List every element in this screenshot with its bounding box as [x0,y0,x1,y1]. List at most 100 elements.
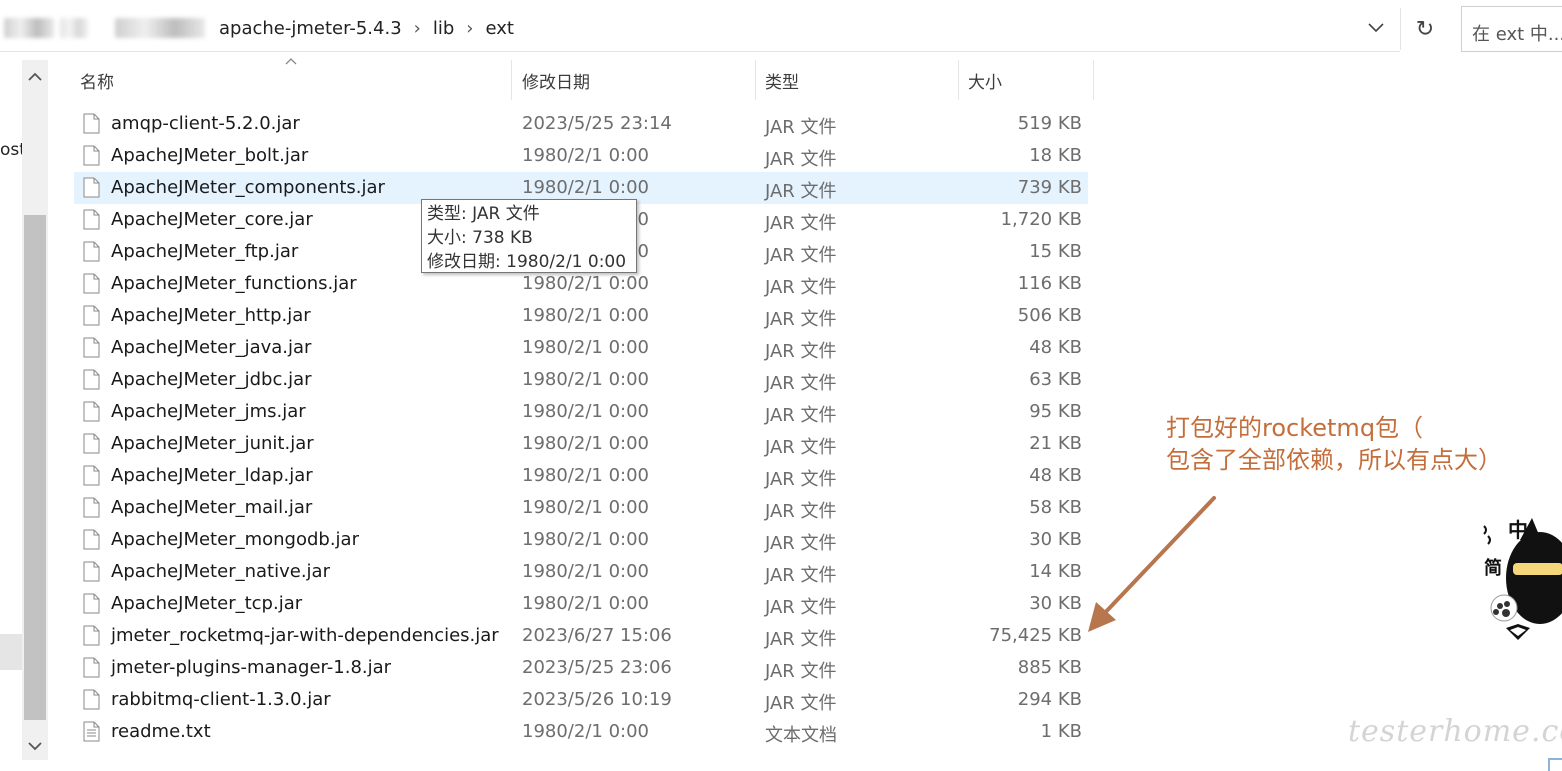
file-row[interactable]: ApacheJMeter_mail.jar 1980/2/1 0:00 JAR 文件… [74,492,1088,524]
file-icon [83,657,100,678]
file-size: 519 KB [1017,113,1082,134]
file-type: JAR 文件 [765,373,837,394]
annotation-note: 打包好的rocketmq包（ 包含了全部依赖，所以有点大） [1166,412,1502,476]
column-header-label: 类型 [765,72,799,93]
file-row[interactable]: ApacheJMeter_bolt.jar 1980/2/1 0:00 JAR 文件… [74,140,1088,172]
file-icon [83,369,100,390]
ime-sticker[interactable]: 中 简 [1476,512,1562,662]
nav-selected-item[interactable] [0,634,22,670]
search-input[interactable]: 在 ext 中... [1461,6,1562,52]
file-name: ApacheJMeter_ftp.jar [111,241,299,262]
file-icon [83,113,100,134]
file-row[interactable]: readme.txt 1980/2/1 0:00 文本文档 1 KB [74,716,1088,748]
annotation-line: 打包好的rocketmq包（ [1166,414,1424,442]
file-type: JAR 文件 [765,629,837,650]
file-row[interactable]: amqp-client-5.2.0.jar 2023/5/25 23:14 JAR … [74,108,1088,140]
column-header-size[interactable]: 大小 [962,60,1094,100]
file-icon [83,625,100,646]
file-size: 1,720 KB [1000,209,1082,230]
file-type: JAR 文件 [765,213,837,234]
file-date: 2023/5/25 23:06 [522,657,672,678]
file-size: 1 KB [1040,721,1082,742]
file-icon [83,209,100,230]
chevron-right-icon[interactable]: › [466,18,473,39]
file-type: JAR 文件 [765,405,837,426]
file-size: 116 KB [1017,273,1082,294]
file-row[interactable]: ApacheJMeter_native.jar 1980/2/1 0:00 JAR … [74,556,1088,588]
chevron-up-icon[interactable] [22,62,48,90]
file-icon [83,273,100,294]
file-type: JAR 文件 [765,597,837,618]
file-row[interactable]: ApacheJMeter_mongodb.jar 1980/2/1 0:00 JAR… [74,524,1088,556]
file-size: 885 KB [1017,657,1082,678]
file-size: 48 KB [1029,465,1082,486]
file-type: JAR 文件 [765,117,837,138]
file-row[interactable]: ApacheJMeter_jdbc.jar 1980/2/1 0:00 JAR 文件… [74,364,1088,396]
file-date: 1980/2/1 0:00 [522,305,649,326]
scrollbar-thumb[interactable] [24,215,46,720]
file-row[interactable]: ApacheJMeter_tcp.jar 1980/2/1 0:00 JAR 文件 3… [74,588,1088,620]
file-name: ApacheJMeter_jms.jar [111,401,306,422]
file-type: JAR 文件 [765,341,837,362]
file-name: amqp-client-5.2.0.jar [111,113,300,134]
file-type: JAR 文件 [765,245,837,266]
file-row[interactable]: ApacheJMeter_java.jar 1980/2/1 0:00 JAR 文件… [74,332,1088,364]
file-name: ApacheJMeter_jdbc.jar [111,369,312,390]
file-name: ApacheJMeter_http.jar [111,305,311,326]
scrollbar[interactable] [22,60,48,760]
file-icon [83,593,100,614]
file-row[interactable]: rabbitmq-client-1.3.0.jar 2023/5/26 10:19… [74,684,1088,716]
file-date: 2023/5/26 10:19 [522,689,672,710]
file-tooltip: 类型: JAR 文件 大小: 738 KB 修改日期: 1980/2/1 0:0… [421,199,637,273]
file-size: 21 KB [1029,433,1082,454]
file-date: 1980/2/1 0:00 [522,433,649,454]
file-row[interactable]: jmeter_rocketmq-jar-with-dependencies.ja… [74,620,1088,652]
file-date: 1980/2/1 0:00 [522,369,649,390]
file-name: rabbitmq-client-1.3.0.jar [111,689,331,710]
file-type: JAR 文件 [765,277,837,298]
file-date: 2023/6/27 15:06 [522,625,672,646]
file-type: JAR 文件 [765,565,837,586]
column-header-date[interactable]: 修改日期 [516,60,756,100]
file-size: 14 KB [1029,561,1082,582]
file-row[interactable]: ApacheJMeter_junit.jar 1980/2/1 0:00 JAR 文… [74,428,1088,460]
file-type: JAR 文件 [765,693,837,714]
file-name: ApacheJMeter_mongodb.jar [111,529,359,550]
file-size: 95 KB [1029,401,1082,422]
file-row[interactable]: ApacheJMeter_ldap.jar 1980/2/1 0:00 JAR 文件… [74,460,1088,492]
column-header-name[interactable]: 名称 [74,60,512,100]
file-row[interactable]: ApacheJMeter_jms.jar 1980/2/1 0:00 JAR 文件 9… [74,396,1088,428]
file-date: 1980/2/1 0:00 [522,721,649,742]
file-size: 75,425 KB [989,625,1082,646]
file-type: JAR 文件 [765,533,837,554]
file-size: 30 KB [1029,529,1082,550]
column-header-label: 修改日期 [522,72,590,93]
chevron-down-icon[interactable] [1356,8,1396,48]
sticker-char: 简 [1484,558,1502,579]
file-name: ApacheJMeter_functions.jar [111,273,357,294]
file-row[interactable]: jmeter-plugins-manager-1.8.jar 2023/5/25 … [74,652,1088,684]
file-row[interactable]: ApacheJMeter_http.jar 1980/2/1 0:00 JAR 文件… [74,300,1088,332]
breadcrumb-item[interactable]: apache-jmeter-5.4.3 [219,18,402,39]
breadcrumb-item[interactable]: ext [486,18,514,39]
file-name: readme.txt [111,721,211,742]
blurred-path-segment [60,18,88,38]
file-date: 1980/2/1 0:00 [522,401,649,422]
chevron-down-icon[interactable] [22,732,48,760]
column-header-type[interactable]: 类型 [759,60,959,100]
file-icon [83,433,100,454]
file-date: 1980/2/1 0:00 [522,145,649,166]
file-icon [83,689,100,710]
file-type: JAR 文件 [765,661,837,682]
chevron-right-icon[interactable]: › [414,18,421,39]
breadcrumb: apache-jmeter-5.4.3 › lib › ext [219,14,514,42]
file-icon [83,529,100,550]
file-type: 文本文档 [765,725,837,746]
file-name: ApacheJMeter_mail.jar [111,497,313,518]
breadcrumb-item[interactable]: lib [433,18,454,39]
file-size: 739 KB [1017,177,1082,198]
refresh-icon[interactable]: ↻ [1400,8,1449,50]
corner-widget [1548,758,1562,771]
file-icon [83,561,100,582]
address-bar[interactable]: apache-jmeter-5.4.3 › lib › ext [0,0,1400,52]
